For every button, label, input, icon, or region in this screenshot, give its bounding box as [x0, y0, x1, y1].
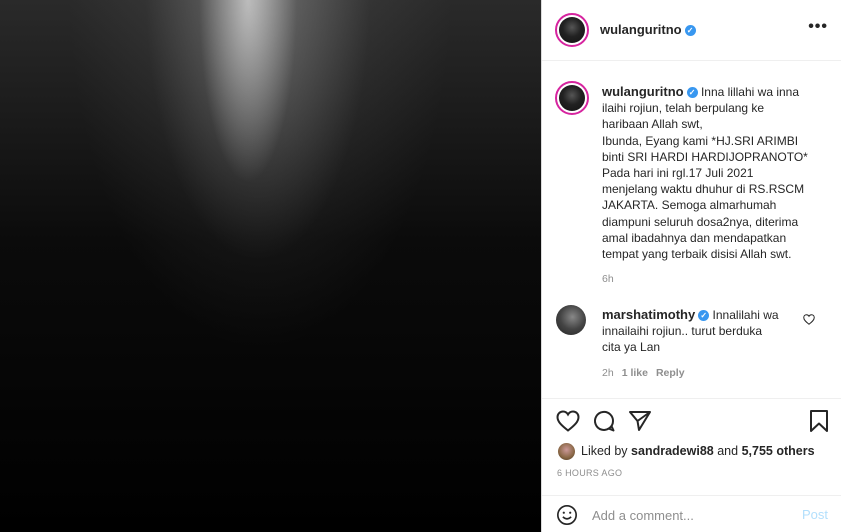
post-image[interactable] — [0, 0, 541, 532]
caption-line: tempat yang terbaik disisi Allah swt. — [602, 247, 792, 262]
author-username-header[interactable]: wulanguritno ✓ — [600, 22, 696, 37]
post-timestamp[interactable]: 6 HOURS AGO — [557, 468, 622, 478]
commenter-avatar[interactable] — [556, 305, 586, 335]
caption-line: ilaihi rojiun, telah berpulang ke — [602, 101, 765, 116]
caption-age[interactable]: 6h — [602, 273, 614, 285]
comment-likes-count[interactable]: 1 like — [622, 367, 648, 379]
comment-icon[interactable] — [592, 409, 616, 433]
liker-avatar[interactable] — [558, 443, 575, 460]
reply-button[interactable]: Reply — [656, 367, 685, 379]
post-comment-button[interactable]: Post — [802, 507, 828, 522]
share-icon[interactable] — [628, 409, 652, 433]
post-side-panel: wulanguritno ✓ ••• wulanguritno ✓ Inna lil… — [541, 0, 841, 532]
caption-author-username-text[interactable]: wulanguritno — [602, 84, 684, 99]
caption-line: haribaan Allah swt, — [602, 117, 703, 132]
comment-age[interactable]: 2h — [602, 367, 614, 379]
commenter-username-text[interactable]: marshatimothy — [602, 307, 695, 322]
heart-icon[interactable] — [556, 410, 580, 432]
comment-like-heart-icon[interactable] — [803, 314, 815, 328]
light-beam-image — [0, 0, 541, 532]
caption-line: amal ibadahnya dan mendapatkan — [602, 230, 787, 245]
comment-meta: 2h 1 like Reply — [602, 367, 685, 379]
comment-line: innailaihi rojiun.. turut berduka — [602, 324, 763, 339]
post-caption: wulanguritno ✓ Inna lillahi wa inna ilaih… — [602, 84, 820, 262]
author-avatar-image — [559, 17, 585, 43]
caption-author-avatar-image — [559, 85, 585, 111]
comment-line: Innalilahi wa — [712, 308, 779, 322]
caption-line: JAKARTA. Semoga almarhumah — [602, 198, 777, 213]
add-comment-input[interactable] — [592, 505, 792, 525]
author-avatar[interactable] — [555, 13, 589, 47]
verified-badge-icon: ✓ — [684, 25, 696, 37]
likes-summary: Liked by sandradewi88 and 5,755 others — [558, 443, 815, 460]
verified-badge-icon: ✓ — [686, 87, 698, 99]
caption-line: Inna lillahi wa inna — [700, 85, 800, 99]
likes-count[interactable]: 5,755 others — [742, 444, 815, 458]
caption-line: menjelang waktu dhuhur di RS.RSCM — [602, 182, 805, 197]
more-options-icon[interactable]: ••• — [808, 18, 828, 36]
commenter-username[interactable]: marshatimothy ✓ — [602, 307, 710, 322]
caption-author-avatar[interactable] — [555, 81, 589, 115]
caption-line: binti SRI HARDI HARDIJOPRANOTO* — [602, 149, 808, 164]
caption-line: Pada hari ini rgl.17 Juli 2021 — [602, 166, 754, 181]
emoji-icon[interactable] — [556, 504, 578, 526]
likes-prefix: Liked by — [581, 443, 628, 458]
caption-line: Ibunda, Eyang kami *HJ.SRI ARIMBI — [602, 133, 799, 148]
comment-body: marshatimothy ✓ Innalilahi wa innailaihi … — [602, 307, 820, 356]
caption-author-username[interactable]: wulanguritno ✓ — [602, 84, 698, 99]
comment-bar: Post — [542, 495, 841, 532]
comment-line: cita ya Lan — [602, 340, 661, 355]
likes-and: and — [717, 443, 739, 458]
caption-line: diampuni seluruh dosa2nya, diterima — [602, 214, 799, 229]
action-bar — [542, 398, 841, 399]
verified-badge-icon: ✓ — [698, 310, 710, 322]
post-header: wulanguritno ✓ ••• — [542, 0, 841, 61]
bookmark-icon[interactable] — [809, 409, 829, 433]
author-username-text[interactable]: wulanguritno — [600, 22, 682, 37]
liker-username[interactable]: sandradewi88 — [631, 444, 714, 458]
